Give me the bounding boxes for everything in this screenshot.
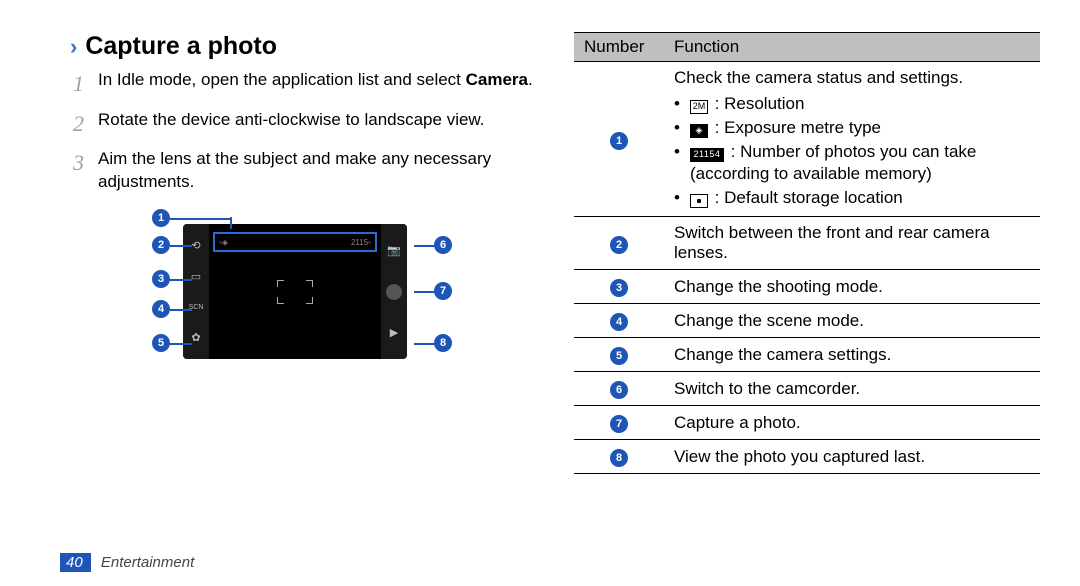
number-badge: 7 [610, 415, 628, 433]
number-cell: 3 [574, 270, 664, 304]
function-text: Switch between the front and rear camera… [674, 223, 1030, 263]
step-text: Aim the lens at the subject and make any… [98, 148, 536, 194]
callout-badge: 5 [152, 334, 170, 352]
step-text: Rotate the device anti-clockwise to land… [98, 109, 484, 139]
number-badge: 3 [610, 279, 628, 297]
function-text: View the photo you captured last. [674, 447, 1030, 467]
camera-diagram: ⟲ ▭ SCN ✿ 📷 ▶ ▫◈ 2115▫ [70, 212, 536, 377]
number-cell: 1 [574, 62, 664, 217]
status-left-icon: ▫◈ [219, 238, 228, 247]
function-cell: Check the camera status and settings. 2M … [664, 62, 1040, 217]
function-detail-list: 2M : Resolution◈ : Exposure metre type21… [674, 92, 1030, 210]
step-text: In Idle mode, open the application list … [98, 69, 533, 99]
table-row: 1 Check the camera status and settings. 2M… [574, 62, 1040, 217]
function-detail-item: ◈ : Exposure metre type [674, 116, 1030, 140]
step-item: 3 Aim the lens at the subject and make a… [70, 148, 536, 194]
storage-icon [690, 194, 708, 208]
function-detail-item: 2M : Resolution [674, 92, 1030, 116]
right-column: Number Function 1 Check the camera status… [564, 32, 1040, 568]
function-detail-item: 21154 : Number of photos you can take (a… [674, 140, 1030, 186]
callout-badge: 3 [152, 270, 170, 288]
section-name: Entertainment [101, 554, 194, 571]
callout-badge: 1 [152, 209, 170, 227]
number-badge: 5 [610, 347, 628, 365]
number-badge: 6 [610, 381, 628, 399]
callout-badge: 8 [434, 334, 452, 352]
function-table: Number Function 1 Check the camera status… [574, 32, 1040, 474]
table-row: 7 Capture a photo. [574, 406, 1040, 440]
callout-badge: 4 [152, 300, 170, 318]
step-item: 1 In Idle mode, open the application lis… [70, 69, 536, 99]
step-list: 1 In Idle mode, open the application lis… [70, 69, 536, 194]
table-row: 8 View the photo you captured last. [574, 440, 1040, 474]
function-detail-item: : Default storage location [674, 186, 1030, 210]
table-row: 3 Change the shooting mode. [574, 270, 1040, 304]
page-footer: 40 Entertainment [60, 553, 194, 572]
function-cell: Change the camera settings. [664, 338, 1040, 372]
detail-text: : Number of photos you can take (accordi… [690, 142, 976, 183]
scn-icon: SCN [188, 299, 204, 315]
function-cell: Change the shooting mode. [664, 270, 1040, 304]
table-row: 6 Switch to the camcorder. [574, 372, 1040, 406]
number-cell: 5 [574, 338, 664, 372]
camera-screenshot: ⟲ ▭ SCN ✿ 📷 ▶ ▫◈ 2115▫ [183, 224, 407, 359]
step-number: 2 [70, 109, 84, 139]
section-heading: › Capture a photo [70, 32, 536, 61]
page: › Capture a photo 1 In Idle mode, open t… [0, 0, 1080, 586]
detail-text: : Default storage location [710, 188, 903, 207]
heading-text: Capture a photo [85, 32, 277, 61]
function-text: Check the camera status and settings. [674, 68, 1030, 88]
table-row: 4 Change the scene mode. [574, 304, 1040, 338]
function-cell: Capture a photo. [664, 406, 1040, 440]
left-column: › Capture a photo 1 In Idle mode, open t… [70, 32, 564, 568]
table-row: 5 Change the camera settings. [574, 338, 1040, 372]
function-text: Switch to the camcorder. [674, 379, 1030, 399]
fill-icon: ▭ [188, 268, 204, 284]
exposure-meter-icon: ◈ [690, 124, 708, 138]
number-cell: 6 [574, 372, 664, 406]
function-cell: Switch to the camcorder. [664, 372, 1040, 406]
right-icon-panel: 📷 ▶ [381, 224, 407, 359]
chevron-icon: › [70, 36, 77, 58]
step-item: 2 Rotate the device anti-clockwise to la… [70, 109, 536, 139]
function-cell: Switch between the front and rear camera… [664, 217, 1040, 270]
detail-text: : Resolution [710, 94, 805, 113]
detail-text: : Exposure metre type [710, 118, 881, 137]
function-cell: View the photo you captured last. [664, 440, 1040, 474]
resolution-icon: 2M [690, 100, 708, 114]
status-bar: ▫◈ 2115▫ [213, 232, 377, 252]
step-number: 3 [70, 148, 84, 194]
col-header-number: Number [574, 33, 664, 62]
number-badge: 4 [610, 313, 628, 331]
number-cell: 4 [574, 304, 664, 338]
number-badge: 1 [610, 132, 628, 150]
number-badge: 8 [610, 449, 628, 467]
table-row: 2 Switch between the front and rear camer… [574, 217, 1040, 270]
callout-badge: 6 [434, 236, 452, 254]
callout-badge: 2 [152, 236, 170, 254]
callout-badge: 7 [434, 282, 452, 300]
function-text: Change the camera settings. [674, 345, 1030, 365]
number-cell: 2 [574, 217, 664, 270]
focus-brackets-icon [277, 280, 313, 304]
step-number: 1 [70, 69, 84, 99]
number-cell: 7 [574, 406, 664, 440]
function-text: Capture a photo. [674, 413, 1030, 433]
photo-count-icon: 21154 [690, 148, 724, 162]
page-number: 40 [60, 553, 91, 572]
function-text: Change the scene mode. [674, 311, 1030, 331]
shutter-icon [386, 284, 402, 300]
number-cell: 8 [574, 440, 664, 474]
status-right-icon: 2115▫ [351, 238, 371, 247]
function-text: Change the shooting mode. [674, 277, 1030, 297]
col-header-function: Function [664, 33, 1040, 62]
function-cell: Change the scene mode. [664, 304, 1040, 338]
camcorder-icon: 📷 [386, 243, 402, 259]
number-badge: 2 [610, 236, 628, 254]
gallery-icon: ▶ [386, 325, 402, 341]
